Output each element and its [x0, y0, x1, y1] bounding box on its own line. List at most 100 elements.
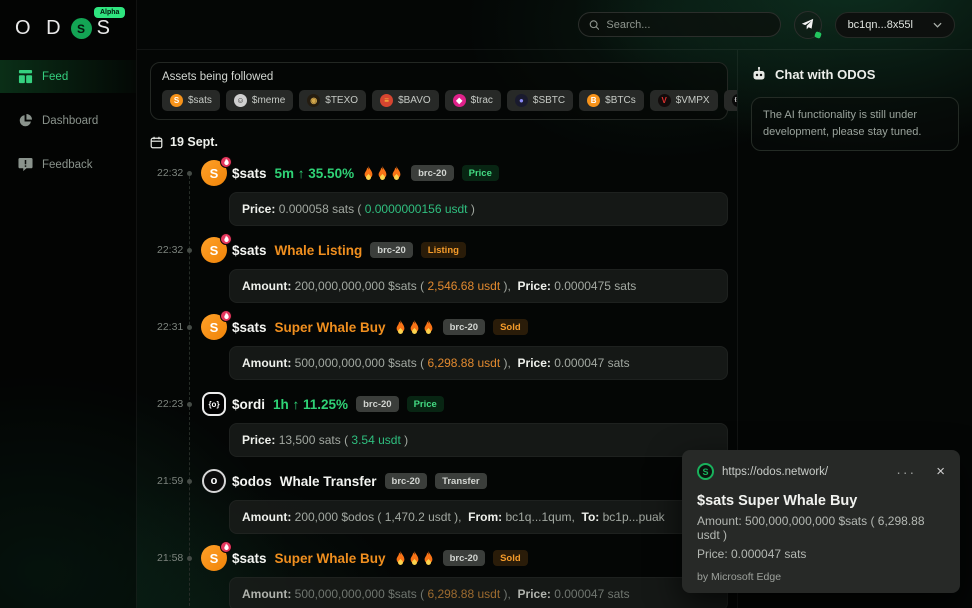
feed-item-token: S — [201, 314, 227, 340]
vmpx-token-icon: V — [658, 94, 671, 107]
assets-panel: Assets being followed S $sats ☺$meme ◉ $TEXO… — [150, 62, 728, 120]
telegram-button[interactable] — [794, 11, 822, 39]
feed-item-time: 22:31 — [157, 321, 183, 333]
asset-chip[interactable]: ● $SBTC — [507, 90, 573, 111]
sats-token-icon: S — [201, 545, 227, 571]
feed-item[interactable]: 22:23{o}$ordi1h ↑ 11.25%brc-20PricePrice… — [137, 392, 737, 457]
token-name: $sats — [232, 166, 267, 181]
feed-item-title: $sats5m ↑ 35.50%brc-20Price — [232, 161, 728, 185]
feed-date: 19 Sept. — [150, 135, 737, 149]
fire-badge-icon — [220, 233, 232, 245]
token-name: $sats — [232, 320, 267, 335]
chat-header: Chat with ODOS — [751, 66, 959, 82]
timeline-dot — [187, 171, 192, 176]
feed-item[interactable]: 21:58S$satsSuper Whale Buybrc-20SoldAmou… — [137, 546, 737, 608]
event-status: 1h ↑ 11.25% — [273, 397, 348, 412]
badge-brc-20: brc-20 — [443, 550, 486, 566]
sidebar-item-label: Feedback — [42, 159, 93, 171]
asset-chip[interactable]: V$VMPX — [650, 90, 718, 111]
notification-source: by Microsoft Edge — [697, 571, 945, 583]
sidebar-item-feed[interactable]: Feed — [0, 60, 136, 93]
sats-token-icon: S — [201, 237, 227, 263]
odos-token-icon: o — [202, 469, 226, 493]
event-status: Super Whale Buy — [275, 320, 386, 335]
event-status: Whale Transfer — [280, 474, 377, 489]
feed-timeline: 22:32S$sats5m ↑ 35.50%brc-20PricePrice: … — [137, 161, 737, 608]
wallet-button[interactable]: bc1qn...8x55l — [835, 12, 955, 38]
badge-transfer: Transfer — [435, 473, 487, 489]
feed-item-title: $odosWhale Transferbrc-20Transfer — [232, 469, 728, 493]
event-status: Whale Listing — [275, 243, 363, 258]
feed-item-title: $satsSuper Whale Buybrc-20Sold — [232, 315, 728, 339]
edge-notification[interactable]: S https://odos.network/ ··· × $sats Supe… — [682, 450, 960, 593]
asset-chip-label: $BTCs — [605, 95, 636, 106]
search-input[interactable] — [606, 19, 769, 31]
token-name: $sats — [232, 243, 267, 258]
asset-chip-label: $trac — [471, 95, 493, 106]
btcs-token-icon: B — [587, 94, 600, 107]
logo-letters-right: S — [97, 17, 115, 40]
notification-menu-button[interactable]: ··· — [896, 464, 916, 480]
feed-item-time: 22:32 — [157, 167, 183, 179]
sidebar-item-dashboard[interactable]: Dashboard — [0, 104, 136, 137]
sats-token-icon: S — [170, 94, 183, 107]
sidebar-item-label: Feed — [42, 71, 68, 83]
asset-chip-label: $sats — [188, 95, 212, 106]
meme-token-icon: ☺ — [234, 94, 247, 107]
badge-sold: Sold — [493, 319, 528, 335]
asset-chip[interactable]: ☺$meme — [226, 90, 293, 111]
flame-icons — [394, 551, 435, 565]
timeline-dot — [187, 325, 192, 330]
detail-box: Price: 13,500 sats ( 3.54 usdt ) — [229, 423, 728, 457]
feed-item[interactable]: 21:59o$odosWhale Transferbrc-20TransferA… — [137, 469, 737, 534]
logo-letters-left: O D — [15, 17, 66, 40]
feed-column: Assets being followed S $sats ☺$meme ◉ $TEXO… — [137, 50, 738, 608]
fire-badge-icon — [220, 541, 232, 553]
sidebar-nav: Feed Dashboard Feedback — [0, 60, 136, 181]
notification-url: https://odos.network/ — [722, 466, 888, 478]
pie-chart-icon — [18, 113, 33, 128]
token-name: $ordi — [232, 397, 265, 412]
feed-item[interactable]: 22:31S$satsSuper Whale Buybrc-20SoldAmou… — [137, 315, 737, 380]
ordi-token-icon: {o} — [202, 392, 226, 416]
feed-item[interactable]: 22:32S$sats5m ↑ 35.50%brc-20PricePrice: … — [137, 161, 737, 226]
asset-chip-label: $SBTC — [533, 95, 565, 106]
asset-chip-label: $TEXO — [325, 95, 358, 106]
detail-box: Amount: 200,000 $odos ( 1,470.2 usdt ), … — [229, 500, 728, 534]
badge-price: Price — [462, 165, 499, 181]
feed-item-time: 22:32 — [157, 244, 183, 256]
search-icon — [589, 19, 600, 31]
texo-token-icon: ◉ — [307, 94, 320, 107]
asset-chip[interactable]: ◉ $TEXO — [299, 90, 366, 111]
feed-item[interactable]: 22:32S$satsWhale Listingbrc-20ListingAmo… — [137, 238, 737, 303]
asset-chip[interactable]: {o}$ordi — [724, 90, 738, 111]
feed-item-time: 22:23 — [157, 398, 183, 410]
timeline-dot — [187, 556, 192, 561]
odos-app: O D S S Alpha Feed Dashboard Feedback — [0, 0, 972, 608]
topbar: bc1qn...8x55l — [137, 0, 972, 50]
chevron-down-icon — [933, 22, 942, 28]
feed-date-label: 19 Sept. — [170, 135, 218, 149]
sats-token-icon: S — [201, 314, 227, 340]
notification-close-button[interactable]: × — [936, 464, 945, 479]
token-name: $odos — [232, 474, 272, 489]
wallet-address: bc1qn...8x55l — [848, 19, 913, 31]
detail-box: Amount: 500,000,000,000 $sats ( 6,298.88… — [229, 577, 728, 608]
robot-icon — [751, 66, 767, 82]
feed-grid-icon — [18, 69, 33, 84]
search-box[interactable] — [578, 12, 781, 37]
asset-chip[interactable]: B $BTCs — [579, 90, 644, 111]
sats-token-icon: S — [201, 160, 227, 186]
asset-chip[interactable]: S $sats — [162, 90, 220, 111]
trac-token-icon: ◆ — [453, 94, 466, 107]
asset-chip[interactable]: ◆ $trac — [445, 90, 501, 111]
calendar-icon — [150, 136, 163, 149]
badge-price: Price — [407, 396, 444, 412]
fire-badge-icon — [220, 156, 232, 168]
sidebar-item-feedback[interactable]: Feedback — [0, 148, 136, 181]
event-status: Super Whale Buy — [275, 551, 386, 566]
feed-item-time: 21:58 — [157, 552, 183, 564]
asset-chip[interactable]: ≡$BAVO — [372, 90, 439, 111]
sbtc-token-icon: ● — [515, 94, 528, 107]
assets-label: Assets being followed — [162, 71, 716, 83]
